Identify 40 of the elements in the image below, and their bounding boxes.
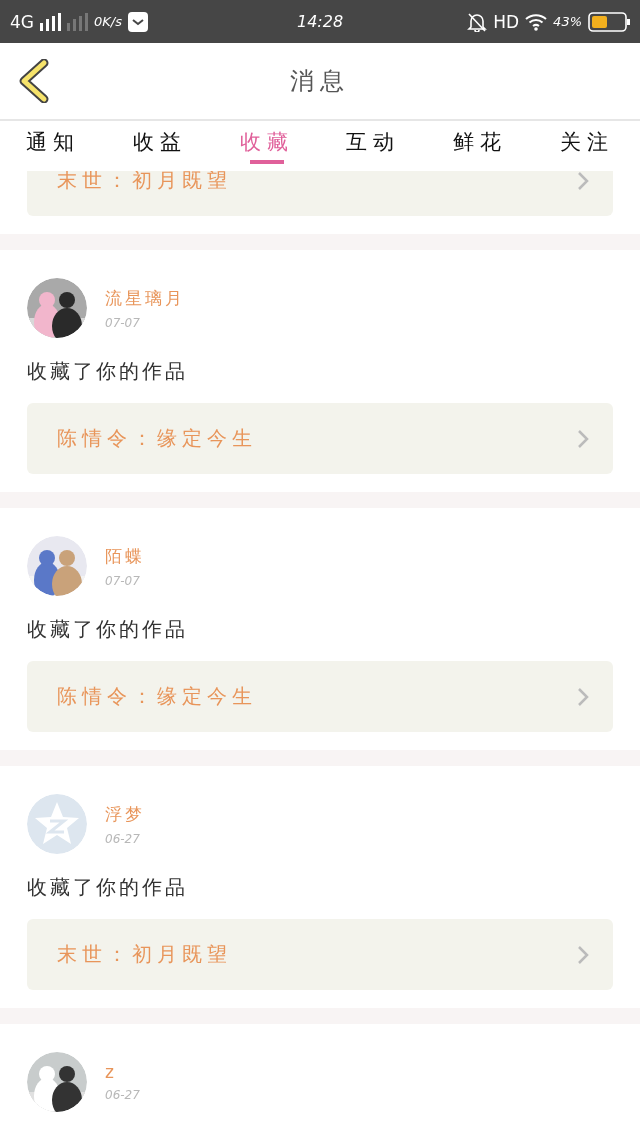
chevron-right-icon — [577, 428, 589, 449]
tab[interactable]: 通知 — [0, 121, 107, 171]
battery-icon — [588, 11, 630, 32]
tab[interactable]: 收藏 — [213, 121, 320, 171]
work-link[interactable]: 陈情令：缘定今生 — [27, 661, 613, 732]
clock: 14:28 — [296, 12, 344, 31]
user-name[interactable]: z — [105, 1062, 140, 1082]
work-title: 末世：初月既望 — [57, 941, 232, 968]
network-label: 4G — [10, 11, 34, 32]
work-link[interactable]: 末世：初月既望 — [27, 919, 613, 990]
work-link[interactable]: 陈情令：缘定今生 — [27, 403, 613, 474]
date-label: 07-07 — [105, 573, 141, 588]
page-title: 消息 — [289, 66, 351, 97]
tab[interactable]: 收益 — [106, 121, 214, 171]
message-icon — [127, 11, 148, 32]
chevron-right-icon — [577, 171, 589, 191]
tab[interactable]: 鲜花 — [426, 121, 534, 171]
date-label: 06-27 — [105, 1088, 140, 1102]
user-name[interactable]: 流星璃月 — [105, 286, 185, 310]
battery-percent: 43% — [553, 14, 582, 29]
chevron-right-icon — [577, 686, 589, 707]
signal-icon — [67, 12, 88, 31]
signal-icon — [40, 12, 61, 31]
work-title: 陈情令：缘定今生 — [57, 425, 257, 452]
chevron-right-icon — [577, 944, 589, 965]
action-text: 收藏了你的作品 — [27, 874, 189, 901]
tab[interactable]: 关注 — [533, 121, 640, 171]
action-text: 收藏了你的作品 — [27, 358, 189, 385]
action-text: 收藏了你的作品 — [27, 616, 189, 643]
speed-label: 0K/s — [94, 14, 122, 29]
default-avatar-icon — [27, 794, 87, 854]
work-title: 陈情令：缘定今生 — [57, 683, 257, 710]
wifi-icon — [525, 12, 548, 31]
user-name[interactable]: 浮梦 — [105, 802, 145, 826]
user-name[interactable]: 陌蝶 — [105, 544, 145, 568]
date-label: 06-27 — [105, 831, 141, 846]
date-label: 07-07 — [105, 315, 141, 330]
muted-bell-icon — [467, 11, 488, 32]
hd-label: HD — [493, 11, 520, 32]
tab[interactable]: 互动 — [320, 121, 427, 171]
